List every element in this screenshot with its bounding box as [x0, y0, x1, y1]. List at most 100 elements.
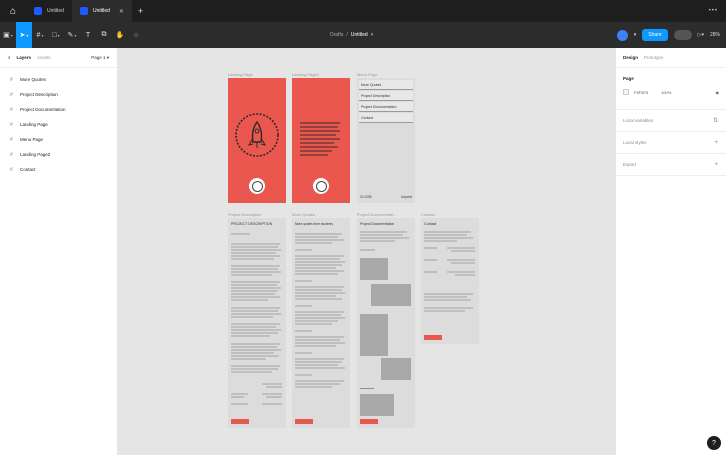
- resources-button[interactable]: ⧉: [96, 22, 112, 48]
- page-selector[interactable]: Page 1 ▾: [91, 55, 109, 61]
- page-color-value[interactable]: F5F5F5: [634, 90, 648, 95]
- frame-title[interactable]: Project Documentati...: [357, 212, 396, 217]
- page-section-title: Page: [623, 76, 634, 81]
- local-variables-label: Local variables: [623, 118, 654, 123]
- search-icon[interactable]: ⌕: [8, 55, 11, 60]
- menu-item[interactable]: Contact: [359, 113, 413, 123]
- frame-icon: #: [10, 136, 13, 143]
- layers-panel: ⌕ Layers Assets Page 1 ▾ # More Quotes # P…: [0, 48, 118, 455]
- tab-layers[interactable]: Layers: [17, 55, 32, 60]
- help-icon[interactable]: ?: [707, 436, 721, 450]
- page-selector-label: Page 1: [91, 54, 106, 60]
- tab-assets[interactable]: Assets: [37, 55, 51, 60]
- dev-mode-toggle[interactable]: [673, 30, 692, 40]
- back-button[interactable]: [360, 419, 378, 424]
- back-button[interactable]: [231, 419, 249, 424]
- chevron-down-icon[interactable]: ▾: [634, 32, 637, 38]
- layer-item[interactable]: # Menu Page: [0, 132, 117, 147]
- menu-close-label[interactable]: CLOSE: [360, 195, 372, 199]
- frame-icon: #: [36, 31, 41, 39]
- layer-item[interactable]: # Contact: [0, 162, 117, 177]
- comment-icon: ○: [133, 31, 139, 39]
- frame-title[interactable]: Menu Page: [357, 72, 377, 77]
- frame-contact[interactable]: Contact: [421, 218, 479, 344]
- menu-item[interactable]: More Quotes: [359, 80, 413, 90]
- frame-landing-page[interactable]: [228, 78, 286, 203]
- export-section[interactable]: Export +: [616, 154, 726, 176]
- frame-menu-page[interactable]: More Quotes Project Description Project …: [357, 78, 415, 203]
- breadcrumb-folder[interactable]: Drafts: [330, 32, 343, 38]
- main-menu-button[interactable]: ▣ ▾: [0, 22, 16, 48]
- chevron-down-icon[interactable]: ▾: [371, 32, 374, 38]
- frame-landing-page2[interactable]: [292, 78, 350, 203]
- properties-panel-header: Design Prototype: [616, 48, 726, 68]
- local-styles-section[interactable]: Local styles +: [616, 132, 726, 154]
- menu-item[interactable]: Project Description: [359, 91, 413, 101]
- file-name[interactable]: Untitled: [351, 32, 368, 38]
- scroll-badge-icon[interactable]: [249, 178, 265, 194]
- present-icon[interactable]: ▷▾: [698, 32, 704, 38]
- frame-heading: Contact: [424, 222, 437, 226]
- tab-design[interactable]: Design: [623, 55, 638, 60]
- share-button[interactable]: Share: [642, 29, 668, 41]
- image-placeholder[interactable]: [381, 358, 411, 380]
- frame-project-documentation[interactable]: Project Documentation: [357, 218, 415, 428]
- layer-item[interactable]: # Landing Page2: [0, 147, 117, 162]
- breadcrumb: Drafts / Untitled ▾: [330, 22, 373, 48]
- color-swatch[interactable]: [623, 89, 629, 95]
- layer-item[interactable]: # Project Documentation: [0, 102, 117, 117]
- frame-more-quotes[interactable]: More quotes from students: [292, 218, 350, 428]
- frame-title[interactable]: Project Description: [228, 212, 262, 217]
- image-placeholder[interactable]: [360, 314, 388, 356]
- local-variables-section[interactable]: Local variables ⇅: [616, 110, 726, 132]
- move-tool-button[interactable]: ➤ ▾: [16, 22, 32, 48]
- layer-item[interactable]: # More Quotes: [0, 72, 117, 87]
- close-icon[interactable]: ✕: [119, 8, 124, 15]
- image-placeholder[interactable]: [371, 284, 411, 306]
- add-icon[interactable]: +: [714, 162, 718, 168]
- shape-tool-button[interactable]: □ ▾: [48, 22, 64, 48]
- frame-title[interactable]: Contact: [421, 212, 435, 217]
- page-color-row[interactable]: F5F5F5 100% ◉: [623, 89, 719, 95]
- back-button[interactable]: [424, 335, 442, 340]
- layer-item[interactable]: # Landing Page: [0, 117, 117, 132]
- tab-file-2[interactable]: Untitled ✕: [71, 0, 132, 22]
- more-icon[interactable]: •••: [709, 8, 718, 14]
- canvas[interactable]: Landing Page Landing Page2 Menu Page Mor…: [118, 48, 615, 455]
- new-tab-icon[interactable]: +: [138, 6, 143, 16]
- figma-file-icon: [79, 7, 88, 15]
- menu-imprint-label[interactable]: Imprint: [401, 195, 412, 199]
- layer-item[interactable]: # Project Description: [0, 87, 117, 102]
- scroll-badge-icon[interactable]: [313, 178, 329, 194]
- layer-label: Landing Page: [20, 122, 48, 127]
- tab-prototype[interactable]: Prototype: [644, 55, 663, 60]
- add-icon[interactable]: +: [714, 140, 718, 146]
- zoom-level[interactable]: 28%: [710, 32, 720, 38]
- menu-item[interactable]: Project Documentation: [359, 102, 413, 112]
- breadcrumb-separator: /: [346, 32, 348, 38]
- frame-title[interactable]: Landing Page2: [292, 72, 319, 77]
- hand-icon: ✋: [115, 32, 125, 39]
- frame-title[interactable]: Landing Page: [228, 72, 253, 77]
- variables-icon[interactable]: ⇅: [713, 117, 718, 124]
- local-styles-label: Local styles: [623, 140, 647, 145]
- layer-label: Project Documentation: [20, 107, 66, 112]
- frame-title[interactable]: More Quotes: [292, 212, 315, 217]
- home-icon[interactable]: ⌂: [0, 0, 26, 22]
- figma-menu-icon: ▣: [3, 32, 10, 39]
- image-placeholder[interactable]: [360, 394, 394, 416]
- layer-label: Contact: [20, 167, 36, 172]
- toolbar: ▣ ▾ ➤ ▾ # ▾ □ ▾ ✎ ▾ T ⧉ ✋ ○ Drafts / Untitled…: [0, 22, 726, 48]
- user-avatar[interactable]: [616, 29, 628, 41]
- page-opacity-value[interactable]: 100%: [661, 90, 671, 95]
- eye-icon[interactable]: ◉: [716, 90, 720, 95]
- frame-tool-button[interactable]: # ▾: [32, 22, 48, 48]
- tab-file-1[interactable]: Untitled: [26, 0, 72, 22]
- pen-tool-button[interactable]: ✎ ▾: [64, 22, 80, 48]
- frame-project-description[interactable]: PROJECT DESCRIPTION: [228, 218, 286, 428]
- text-tool-button[interactable]: T: [80, 22, 96, 48]
- hand-tool-button[interactable]: ✋: [112, 22, 128, 48]
- comment-tool-button[interactable]: ○: [128, 22, 144, 48]
- image-placeholder[interactable]: [360, 258, 388, 280]
- back-button[interactable]: [295, 419, 313, 424]
